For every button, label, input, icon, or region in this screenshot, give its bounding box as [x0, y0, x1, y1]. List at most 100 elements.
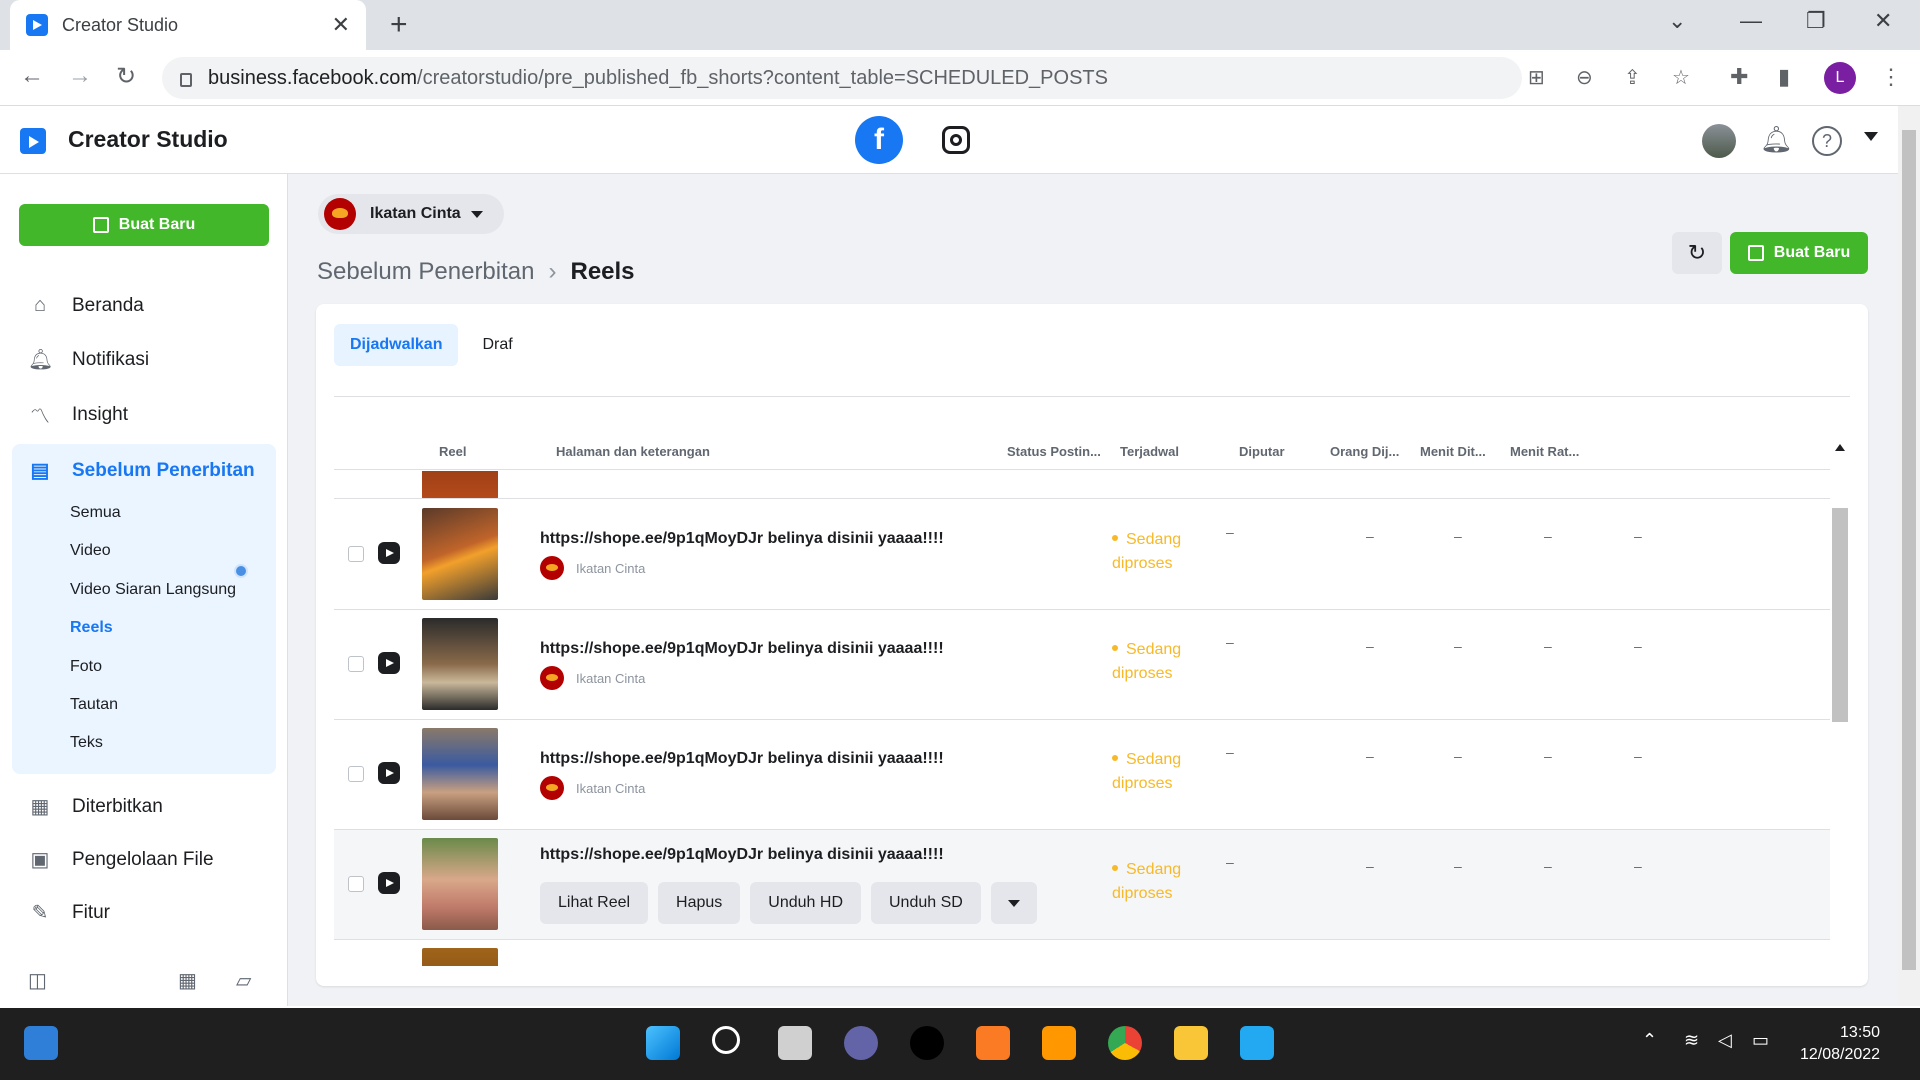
lock-icon[interactable] [180, 73, 192, 87]
reel-caption[interactable]: https://shope.ee/9p1qMoyDJr belinya disi… [540, 640, 944, 658]
xampp-icon[interactable] [976, 1026, 1010, 1060]
column-header-terjadwal[interactable]: Terjadwal [1120, 444, 1179, 459]
battery-icon[interactable]: ▭ [1752, 1030, 1769, 1051]
tiktok-icon[interactable] [910, 1026, 944, 1060]
tab-dijadwalkan[interactable]: Dijadwalkan [334, 324, 459, 366]
sidebar-subitem-teks[interactable]: Teks [70, 734, 103, 752]
start-windows-icon[interactable] [646, 1026, 680, 1060]
sidebar-item-beranda[interactable]: ⌂ Beranda [28, 294, 144, 317]
tab-draf[interactable]: Draf [466, 324, 528, 366]
table-row[interactable] [334, 940, 1830, 966]
widgets-icon[interactable] [24, 1026, 58, 1060]
row-checkbox[interactable] [348, 656, 364, 672]
more-actions-button[interactable] [990, 882, 1037, 924]
browser-tab[interactable]: Creator Studio ✕ [10, 0, 366, 50]
maximize-icon[interactable]: ❐ [1806, 8, 1826, 34]
reel-thumbnail[interactable] [422, 508, 498, 600]
search-icon[interactable] [712, 1026, 740, 1054]
table-row[interactable] [334, 471, 1830, 499]
column-header-menit-ditonton[interactable]: Menit Dit... [1420, 444, 1486, 459]
column-header-status[interactable]: Status Postin... [1007, 444, 1101, 459]
volume-icon[interactable]: ◁ [1718, 1030, 1732, 1051]
row-checkbox[interactable] [348, 766, 364, 782]
page-scrollbar-thumb[interactable] [1902, 130, 1916, 970]
help-icon[interactable]: ? [1812, 126, 1842, 156]
column-header-diputar[interactable]: Diputar [1239, 444, 1285, 459]
table-view-icon[interactable]: ▦ [178, 968, 197, 993]
sidebar-item-fitur[interactable]: ✎ Fitur [28, 900, 110, 925]
wifi-icon[interactable]: ≋ [1684, 1030, 1699, 1051]
zoom-icon[interactable]: ⊖ [1576, 65, 1593, 90]
instagram-platform-icon[interactable] [942, 126, 970, 154]
facebook-platform-icon[interactable]: f [855, 116, 903, 164]
file-explorer-icon[interactable] [1174, 1026, 1208, 1060]
sidebar-subitem-video-siaran-langsung[interactable]: Video Siaran Langsung [70, 581, 236, 599]
sublime-text-icon[interactable] [1042, 1026, 1076, 1060]
column-header-orang[interactable]: Orang Dij... [1330, 444, 1399, 459]
sidebar-subitem-video[interactable]: Video [70, 542, 111, 560]
column-header-halaman[interactable]: Halaman dan keterangan [556, 444, 710, 459]
reload-icon[interactable]: ↻ [116, 62, 136, 91]
scrollbar-thumb[interactable] [1832, 508, 1848, 722]
row-checkbox[interactable] [348, 546, 364, 562]
table-row[interactable]: https://shope.ee/9p1qMoyDJr belinya disi… [334, 610, 1830, 720]
reel-caption[interactable]: https://shope.ee/9p1qMoyDJr belinya disi… [540, 846, 944, 864]
sidebar-item-diterbitkan[interactable]: ▦ Diterbitkan [28, 794, 163, 819]
chrome-icon[interactable] [1108, 1026, 1142, 1060]
reel-caption[interactable]: https://shope.ee/9p1qMoyDJr belinya disi… [540, 530, 944, 548]
sidebar-subitem-tautan[interactable]: Tautan [70, 696, 118, 714]
page-scrollbar[interactable] [1898, 106, 1920, 1006]
notifications-bell-icon[interactable]: 🔔︎ [1760, 124, 1793, 155]
new-tab-icon[interactable]: + [390, 8, 408, 42]
forward-icon[interactable]: → [68, 62, 92, 90]
sidebar-item-pengelolaan-file[interactable]: ▣ Pengelolaan File [28, 847, 214, 872]
tray-chevron-up-icon[interactable]: ⌃ [1642, 1030, 1657, 1051]
table-row[interactable]: https://shope.ee/9p1qMoyDJr belinya disi… [334, 720, 1830, 830]
table-row[interactable]: https://shope.ee/9p1qMoyDJr belinya disi… [334, 830, 1830, 940]
page-selector[interactable]: Ikatan Cinta [318, 194, 504, 234]
sidebar-item-sebelum-penerbitan[interactable]: ▤ Sebelum Penerbitan [28, 458, 255, 483]
table-row[interactable]: https://shope.ee/9p1qMoyDJr belinya disi… [334, 500, 1830, 610]
minimize-icon[interactable]: — [1740, 8, 1762, 34]
user-avatar[interactable] [1702, 124, 1736, 158]
chat-icon[interactable] [844, 1026, 878, 1060]
collapse-sidebar-icon[interactable]: ◫ [28, 968, 47, 993]
reel-thumbnail[interactable] [422, 948, 498, 966]
tab-search-chevron-icon[interactable]: ⌄ [1668, 8, 1686, 34]
scroll-up-icon[interactable] [1835, 444, 1845, 451]
profile-avatar[interactable]: L [1824, 62, 1856, 94]
share-icon[interactable]: ⇪ [1624, 65, 1641, 90]
back-icon[interactable]: ← [20, 62, 44, 90]
reel-thumbnail[interactable] [422, 471, 498, 498]
download-sd-button[interactable]: Unduh SD [871, 882, 981, 924]
refresh-button[interactable]: ↻ [1672, 232, 1722, 274]
feedback-icon[interactable]: ▱ [236, 968, 251, 993]
account-menu-caret-icon[interactable] [1864, 132, 1878, 141]
sidebar-subitem-reels[interactable]: Reels [70, 619, 113, 637]
extensions-icon[interactable]: ✚ [1730, 64, 1748, 90]
table-scrollbar[interactable] [1830, 438, 1850, 966]
download-hd-button[interactable]: Unduh HD [750, 882, 861, 924]
bookmark-star-icon[interactable]: ☆ [1672, 65, 1690, 90]
view-reel-button[interactable]: Lihat Reel [540, 882, 649, 924]
reel-thumbnail[interactable] [422, 728, 498, 820]
side-panel-icon[interactable]: ▮ [1778, 64, 1790, 90]
vscode-icon[interactable] [1240, 1026, 1274, 1060]
sidebar-item-insight[interactable]: 〽 Insight [28, 400, 128, 429]
window-close-icon[interactable]: ✕ [1874, 8, 1892, 34]
create-new-button[interactable]: Buat Baru [19, 204, 269, 246]
tab-close-icon[interactable]: ✕ [332, 12, 350, 38]
sidebar-subitem-semua[interactable]: Semua [70, 504, 121, 522]
reel-thumbnail[interactable] [422, 618, 498, 710]
reel-caption[interactable]: https://shope.ee/9p1qMoyDJr belinya disi… [540, 750, 944, 768]
column-header-reel[interactable]: Reel [439, 444, 466, 459]
translate-icon[interactable]: ⊞ [1528, 65, 1545, 90]
url-text[interactable]: business.facebook.com/creatorstudio/pre_… [208, 67, 1108, 90]
task-view-icon[interactable] [778, 1026, 812, 1060]
browser-menu-icon[interactable]: ⋮ [1880, 64, 1902, 90]
system-clock[interactable]: 13:50 12/08/2022 [1800, 1022, 1880, 1066]
sidebar-subitem-foto[interactable]: Foto [70, 658, 102, 676]
sidebar-item-notifikasi[interactable]: 🔔︎ Notifikasi [28, 347, 149, 372]
delete-button[interactable]: Hapus [658, 882, 741, 924]
address-bar[interactable]: business.facebook.com/creatorstudio/pre_… [162, 57, 1690, 99]
